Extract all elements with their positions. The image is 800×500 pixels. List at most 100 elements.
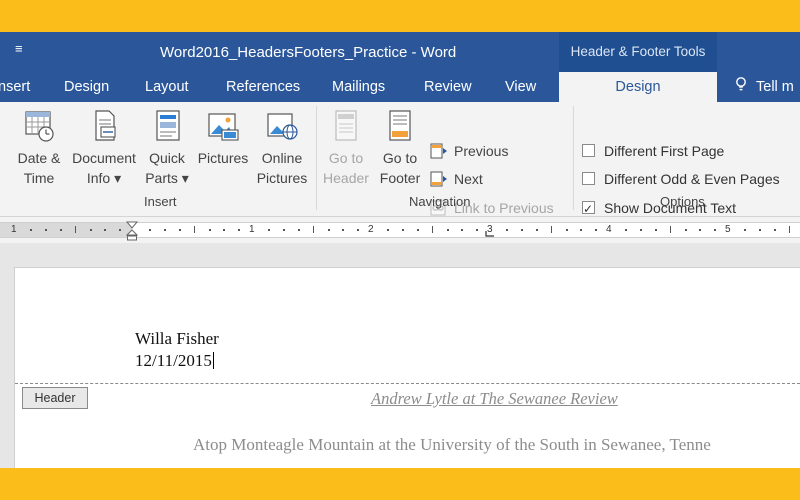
ruler-dot <box>580 229 583 231</box>
document-title: Word2016_HeadersFooters_Practice - Word <box>160 44 457 61</box>
horizontal-ruler[interactable]: 1 1 2 3 4 5 <box>0 217 800 243</box>
customize-quick-access-icon[interactable]: ≡ <box>15 41 23 56</box>
ruler-dot <box>119 229 122 231</box>
document-info-label-2: Info ▾ <box>86 170 122 186</box>
go-to-header-button[interactable]: Go to Header <box>320 108 372 188</box>
running-head: Andrew Lytle at The Sewanee Review <box>371 389 618 408</box>
ruler-dot <box>29 229 32 231</box>
document-area: Willa Fisher 12/11/2015 Header Andrew Ly… <box>0 243 800 468</box>
ruler-dot <box>743 229 746 231</box>
different-odd-even-box <box>582 172 595 185</box>
pictures-label-1: Pictures <box>197 150 249 166</box>
indent-marker-icon[interactable] <box>126 221 138 241</box>
group-separator <box>316 106 317 210</box>
tab-stop-marker-icon[interactable] <box>485 231 495 237</box>
different-first-page-box <box>582 144 595 157</box>
ruler-dot <box>342 229 345 231</box>
ruler-dot <box>520 229 523 231</box>
document-info-label-1: Document <box>72 150 136 166</box>
ruler-half-tick <box>669 226 671 233</box>
header-boundary-line <box>15 383 800 384</box>
tab-references[interactable]: References <box>226 72 300 102</box>
ruler-dot <box>446 229 449 231</box>
header-date: 12/11/2015 <box>135 351 212 370</box>
ruler-dot <box>461 229 464 231</box>
options-group-label: Options <box>660 194 705 209</box>
tab-mailings[interactable]: Mailings <box>332 72 385 102</box>
ruler-number: 1 <box>11 224 17 235</box>
ruler-half-tick <box>312 226 314 233</box>
next-label: Next <box>454 171 483 187</box>
ruler-dot <box>758 229 761 231</box>
ruler-dot <box>699 229 702 231</box>
ruler-number: 1 <box>249 224 255 235</box>
ruler-dot <box>163 229 166 231</box>
ruler-half-tick <box>431 226 433 233</box>
tab-design[interactable]: Design <box>64 72 109 102</box>
quick-parts-button[interactable]: Quick Parts ▾ <box>144 108 190 188</box>
online-pictures-label-1: Online <box>261 150 303 166</box>
go-to-footer-icon <box>389 110 411 141</box>
header-footer-tools-label: Header & Footer Tools <box>559 32 717 72</box>
date-time-button[interactable]: Date & Time <box>14 108 64 188</box>
insert-group-label: Insert <box>144 194 177 209</box>
tab-insert[interactable]: nsert <box>0 72 30 102</box>
online-pictures-label-2: Pictures <box>256 170 308 186</box>
ruler-dot <box>267 229 270 231</box>
ruler-dot <box>476 229 479 231</box>
tell-me-search[interactable]: Tell m <box>756 72 794 102</box>
go-to-header-label-1: Go to <box>328 150 364 166</box>
document-info-icon <box>95 110 116 141</box>
ruler-half-tick <box>788 226 790 233</box>
ruler-dot <box>505 229 508 231</box>
tab-review[interactable]: Review <box>424 72 472 102</box>
ruler-left-margin <box>0 223 132 237</box>
previous-label: Previous <box>454 143 509 159</box>
ruler-number: 5 <box>725 224 731 235</box>
body-paragraph[interactable]: Atop Monteagle Mountain at the Universit… <box>193 435 711 455</box>
go-to-header-label-2: Header <box>323 170 369 186</box>
go-to-footer-button[interactable]: Go to Footer <box>376 108 424 188</box>
quick-parts-label-1: Quick <box>149 150 185 166</box>
ruler-dot <box>104 229 107 231</box>
title-bar: ≡ Word2016_HeadersFooters_Practice - Wor… <box>0 32 800 72</box>
quick-parts-icon <box>156 110 180 141</box>
online-pictures-button[interactable]: Online Pictures <box>256 108 308 188</box>
ruler-dot <box>238 229 241 231</box>
group-separator <box>573 106 574 210</box>
ruler-dot <box>565 229 568 231</box>
date-time-label-1: Date & <box>17 150 61 166</box>
ruler-dot <box>59 229 62 231</box>
tab-layout[interactable]: Layout <box>145 72 189 102</box>
previous-icon <box>430 143 447 159</box>
pictures-button[interactable]: Pictures <box>195 108 251 168</box>
ruler-dot <box>639 229 642 231</box>
quick-parts-label-2: Parts ▾ <box>145 170 189 186</box>
ruler-dot <box>535 229 538 231</box>
ruler-half-tick <box>74 226 76 233</box>
go-to-footer-label-2: Footer <box>379 170 421 186</box>
document-info-button[interactable]: Document Info ▾ <box>68 108 140 188</box>
header-author-name[interactable]: Willa Fisher <box>135 329 219 349</box>
ribbon-tabs: nsert Design Layout References Mailings … <box>0 72 800 102</box>
tab-header-footer-design[interactable]: Design <box>559 72 717 102</box>
ruler-dot <box>178 229 181 231</box>
ruler-dot <box>654 229 657 231</box>
ruler-dot <box>208 229 211 231</box>
ruler-dot <box>416 229 419 231</box>
date-time-label-2: Time <box>23 170 55 186</box>
ruler-dot <box>223 229 226 231</box>
go-to-footer-label-1: Go to <box>382 150 418 166</box>
ruler-dot <box>624 229 627 231</box>
online-pictures-icon <box>267 113 298 140</box>
navigation-group-label: Navigation <box>409 194 471 209</box>
ruler-dot <box>357 229 360 231</box>
ruler-dot <box>595 229 598 231</box>
header-tag: Header <box>22 387 88 409</box>
show-document-text-box <box>582 198 595 220</box>
next-icon <box>430 171 447 187</box>
header-date-line[interactable]: 12/11/2015 <box>135 351 214 371</box>
ruler-dot <box>297 229 300 231</box>
tab-view[interactable]: View <box>505 72 536 102</box>
document-page[interactable]: Willa Fisher 12/11/2015 Header Andrew Ly… <box>14 267 800 468</box>
